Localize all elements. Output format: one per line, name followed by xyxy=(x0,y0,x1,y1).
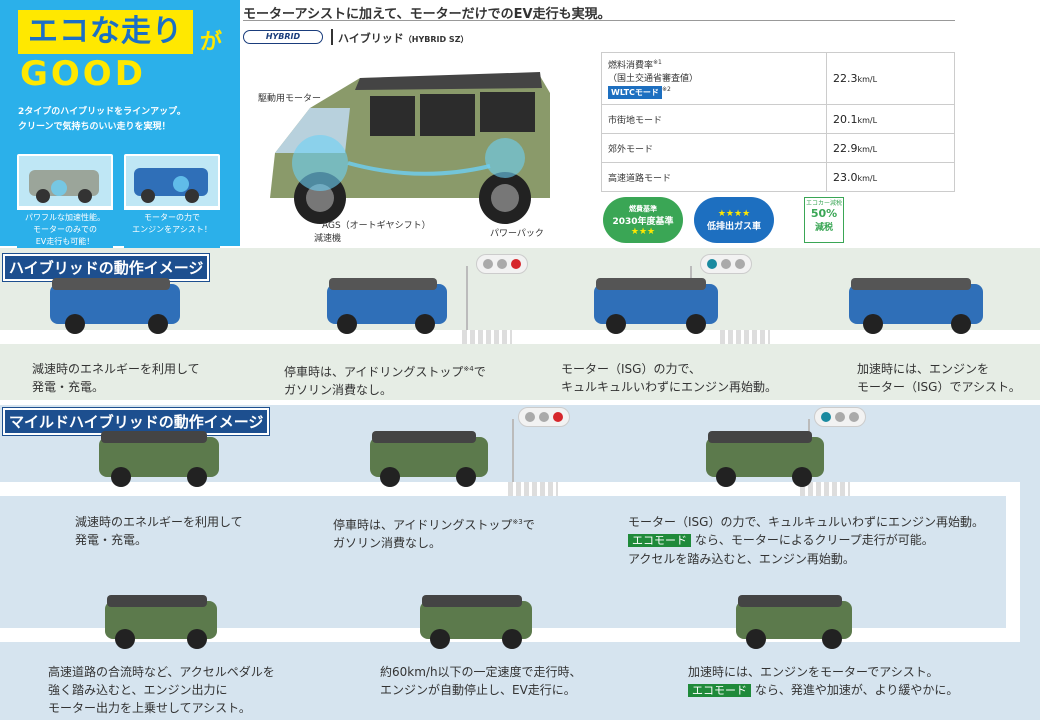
step-description: 減速時のエネルギーを利用して 発電・充電。 xyxy=(75,515,243,547)
spec-value: 20.1 xyxy=(833,112,858,126)
car-image xyxy=(370,431,488,487)
table-row: 燃料消費率※1 （国土交通省審査値） WLTCモード ※2 22.3km/L xyxy=(601,52,955,105)
car-image xyxy=(736,595,852,649)
eco-ga: が xyxy=(200,30,223,55)
spec-value: 22.9 xyxy=(833,141,858,155)
mild-hybrid-operation-section: マイルドハイブリッドの動作イメージ 減速時のエネルギーを利用して 発電・充電。 停… xyxy=(0,405,1040,720)
car-image xyxy=(126,156,218,206)
car-image xyxy=(327,278,447,334)
traffic-light-green xyxy=(700,254,752,274)
thumb2-line1: モーターの力で xyxy=(144,213,200,222)
table-row: 市街地モード 20.1km/L xyxy=(601,104,955,134)
label-motor: 駆動用モーター xyxy=(258,94,322,104)
spec-label: 郊外モード xyxy=(601,133,827,163)
divider xyxy=(243,20,955,21)
label-reducer: 減速機 xyxy=(314,234,342,244)
eco-car-tax-badge: エコカー減税 50% 減税 xyxy=(804,197,844,243)
spec-label-sub: （国土交通省審査値） xyxy=(608,74,699,84)
eco-mode-badge: エコモード xyxy=(688,684,751,697)
signal-pole xyxy=(466,266,468,330)
wltc-badge: WLTCモード xyxy=(608,86,662,99)
thumb-ev: パワフルな加速性能。 モーターのみでの EV走行も可能！ xyxy=(17,154,113,248)
thumb2-line2: エンジンをアシスト！ xyxy=(132,225,212,234)
signal-pole xyxy=(512,419,514,482)
spec-label: 高速道路モード xyxy=(601,162,827,192)
grade-name: ハイブリッド（HYBRID SZ） xyxy=(338,32,469,45)
eco-good: GOOD xyxy=(20,54,146,94)
spec-value: 23.0 xyxy=(833,170,858,184)
eco-panel: エコな走り が GOOD 2タイプのハイブリッドをラインアップ。 クリーンで気持… xyxy=(0,0,240,248)
car-image xyxy=(19,156,111,206)
label-ags: AGS（オートギヤシフト） xyxy=(322,221,431,231)
step-description: 約60km/h以下の一定速度で走行時、 エンジンが自動停止し、EV走行に。 xyxy=(380,665,582,697)
table-row: 高速道路モード 23.0km/L xyxy=(601,162,955,192)
eco-mode-badge: エコモード xyxy=(628,534,691,547)
low-emission-badge: ★★★★ 低排出ガス車 xyxy=(694,197,774,243)
thumb1-line3: EV走行も可能！ xyxy=(35,237,95,246)
thumb1-line1: パワフルな加速性能。 xyxy=(25,213,105,222)
eco-title: エコな走り xyxy=(18,10,193,54)
car-image xyxy=(849,278,983,334)
spec-value: 22.3 xyxy=(833,72,858,85)
hybrid-operation-section: ハイブリッドの動作イメージ 減速時のエネルギーを利用して 発電・充電。 停車時は、… xyxy=(0,248,1040,400)
lead-line-1: 2タイプのハイブリッドをラインアップ。 xyxy=(18,107,186,117)
car-cutaway-image xyxy=(250,58,595,243)
step-description: 停車時は、アイドリングストップ※3で ガソリン消費なし。 xyxy=(333,518,535,550)
label-pack: パワーパック xyxy=(490,229,544,239)
table-row: 郊外モード 22.9km/L xyxy=(601,133,955,163)
step-description: モーター（ISG）の力で、キュルキュルいわずにエンジン再始動。 エコモード なら… xyxy=(628,515,984,566)
fuel-standard-badge: 燃費基準 2030年度基準 ★★★ xyxy=(603,197,683,243)
spec-label: 市街地モード xyxy=(601,104,827,134)
thumb-assist: モーターの力で エンジンをアシスト！ xyxy=(124,154,220,248)
step-description: 加速時には、エンジンをモーターでアシスト。 エコモード なら、発進や加速が、より… xyxy=(688,665,959,697)
car-image xyxy=(706,431,824,487)
fuel-spec-table: 燃料消費率※1 （国土交通省審査値） WLTCモード ※2 22.3km/L 市街… xyxy=(601,52,955,192)
car-image xyxy=(105,595,217,649)
car-image xyxy=(420,595,532,649)
step-description: 高速道路の合流時など、アクセルペダルを 強く踏み込むと、エンジン出力に モーター出力… xyxy=(48,665,275,715)
step-description: 加速時には、エンジンを モーター（ISG）でアシスト。 xyxy=(857,362,1021,394)
lead-line-2: クリーンで気持ちのいい走りを実現！ xyxy=(18,122,171,132)
thumb1-line2: モーターのみでの xyxy=(33,225,97,234)
traffic-light-red xyxy=(518,407,570,427)
step-description: 減速時のエネルギーを利用して 発電・充電。 xyxy=(32,362,200,394)
traffic-light-green xyxy=(814,407,866,427)
car-image xyxy=(50,278,180,334)
step-description: モーター（ISG）の力で、 キュルキュルいわずにエンジン再始動。 xyxy=(561,362,778,394)
spec-label: 燃料消費率 xyxy=(608,61,654,71)
crosswalk xyxy=(508,482,558,496)
divider xyxy=(331,29,333,45)
step-description: 停車時は、アイドリングストップ※4で ガソリン消費なし。 xyxy=(284,365,486,397)
car-image xyxy=(594,278,718,334)
hybrid-logo: HYBRID xyxy=(243,30,323,44)
crosswalk xyxy=(720,330,770,344)
crosswalk xyxy=(462,330,512,344)
traffic-light-red xyxy=(476,254,528,274)
road xyxy=(1006,482,1020,642)
car-image xyxy=(99,431,219,487)
